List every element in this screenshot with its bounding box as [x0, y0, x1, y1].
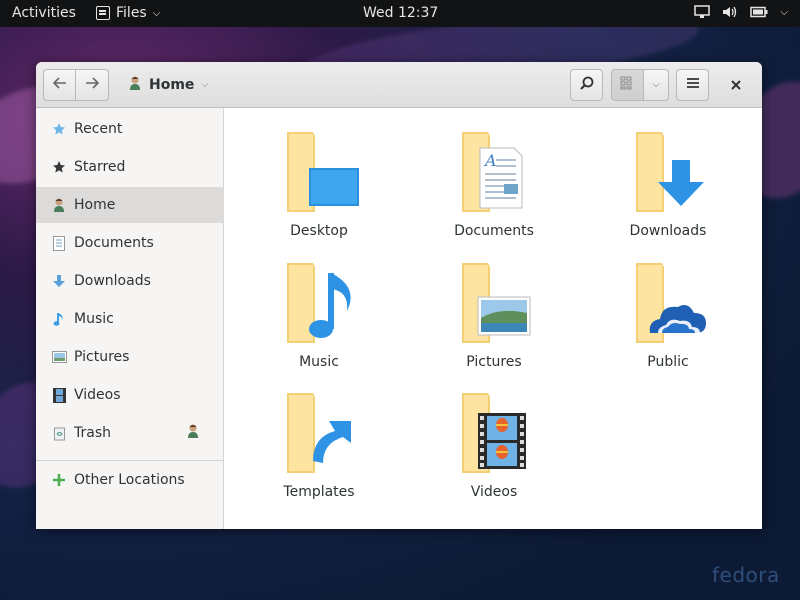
downloads-folder-icon — [628, 130, 708, 215]
clock[interactable]: Wed 12:37 — [363, 5, 438, 21]
search-button[interactable] — [570, 69, 603, 101]
file-grid: Desktop A Documents Downloads Music Pict… — [225, 108, 762, 529]
folder-item-desktop[interactable]: Desktop — [249, 130, 389, 250]
download-arrow-icon — [51, 273, 67, 289]
svg-text:A: A — [483, 151, 497, 170]
sidebar-item-label: Recent — [74, 121, 123, 137]
desktop-folder-icon — [279, 130, 359, 215]
recent-star-icon — [51, 121, 67, 137]
sidebar-item-label: Home — [74, 197, 116, 213]
music-folder-icon — [279, 261, 359, 346]
sidebar-item-label: Pictures — [74, 349, 130, 365]
templates-folder-icon — [279, 391, 359, 476]
sidebar-item-starred[interactable]: Starred — [36, 149, 224, 185]
folder-item-music[interactable]: Music — [249, 261, 389, 381]
folder-item-documents[interactable]: A Documents — [424, 130, 564, 250]
app-menu-label: Files — [116, 5, 147, 21]
sidebar-item-label: Trash — [74, 425, 111, 441]
file-name: Pictures — [466, 354, 522, 370]
sidebar-item-label: Music — [74, 311, 114, 327]
folder-item-downloads[interactable]: Downloads — [598, 130, 738, 250]
film-icon — [51, 387, 67, 403]
arrow-right-icon — [85, 77, 100, 93]
sidebar-item-label: Other Locations — [74, 472, 185, 488]
path-label: Home — [149, 77, 195, 93]
document-icon — [51, 235, 67, 251]
top-bar: Activities Files ⌵ Wed 12:37 ⌵ — [0, 0, 800, 27]
file-name: Downloads — [629, 223, 707, 239]
file-name: Templates — [283, 484, 355, 500]
file-name: Documents — [454, 223, 534, 239]
documents-folder-icon: A — [454, 130, 534, 215]
sidebar-item-pictures[interactable]: Pictures — [36, 339, 224, 375]
videos-folder-icon — [454, 391, 534, 476]
close-window-button[interactable] — [726, 75, 746, 95]
star-icon — [51, 159, 67, 175]
plus-icon — [51, 472, 67, 488]
sidebar-item-videos[interactable]: Videos — [36, 377, 224, 413]
file-name: Public — [647, 354, 689, 370]
sidebar-item-other-locations[interactable]: Other Locations — [36, 462, 224, 498]
sidebar: Recent Starred Home Documents Downloads — [36, 108, 224, 529]
trash-icon — [51, 425, 67, 441]
picture-icon — [51, 349, 67, 365]
chevron-down-icon: ⌵ — [780, 6, 788, 18]
user-avatar-icon — [186, 423, 200, 443]
sidebar-item-label: Downloads — [74, 273, 151, 289]
app-menu[interactable]: Files ⌵ — [96, 5, 160, 21]
sidebar-item-label: Videos — [74, 387, 121, 403]
sidebar-item-downloads[interactable]: Downloads — [36, 263, 224, 299]
folder-item-pictures[interactable]: Pictures — [424, 261, 564, 381]
file-name: Desktop — [290, 223, 348, 239]
path-bar-home[interactable]: Home ⌵ — [128, 75, 208, 95]
sidebar-item-label: Starred — [74, 159, 126, 175]
files-window: Home ⌵ ⌵ Recent Starred Home Documents D… — [36, 62, 762, 529]
forward-button[interactable] — [75, 69, 109, 101]
sidebar-divider — [36, 460, 224, 461]
folder-item-videos[interactable]: Videos — [424, 391, 564, 511]
view-options-button[interactable]: ⌵ — [643, 69, 669, 101]
volume-icon — [722, 5, 738, 19]
file-name: Videos — [470, 484, 518, 500]
arrow-left-icon — [52, 77, 67, 93]
folder-item-public[interactable]: Public — [598, 261, 738, 381]
chevron-down-icon: ⌵ — [152, 7, 161, 19]
header-bar: Home ⌵ ⌵ — [36, 62, 762, 108]
close-icon — [730, 76, 742, 95]
chevron-down-icon: ⌵ — [652, 80, 660, 90]
folder-item-templates[interactable]: Templates — [249, 391, 389, 511]
home-user-icon — [51, 197, 67, 213]
sidebar-item-label: Documents — [74, 235, 154, 251]
files-app-icon — [96, 6, 110, 20]
activities-button[interactable]: Activities — [12, 5, 76, 21]
sidebar-item-documents[interactable]: Documents — [36, 225, 224, 261]
battery-icon — [750, 6, 768, 18]
hamburger-menu-icon — [686, 77, 700, 93]
sidebar-item-recent[interactable]: Recent — [36, 111, 224, 147]
sidebar-item-trash[interactable]: Trash — [36, 415, 224, 451]
sidebar-item-home[interactable]: Home — [36, 187, 224, 223]
search-icon — [579, 76, 594, 94]
system-menu[interactable]: ⌵ — [694, 5, 788, 19]
public-folder-icon — [628, 261, 708, 346]
chevron-down-icon: ⌵ — [201, 80, 209, 90]
pictures-folder-icon — [454, 261, 534, 346]
fedora-wallpaper-logo: fedora — [712, 563, 780, 587]
file-name: Music — [299, 354, 339, 370]
back-button[interactable] — [43, 69, 76, 101]
network-wired-icon — [694, 5, 711, 19]
grid-view-icon — [620, 76, 636, 94]
home-user-icon — [128, 75, 142, 95]
sidebar-item-music[interactable]: Music — [36, 301, 224, 337]
view-toggle-button[interactable] — [611, 69, 644, 101]
music-note-icon — [51, 311, 67, 327]
main-menu-button[interactable] — [676, 69, 709, 101]
